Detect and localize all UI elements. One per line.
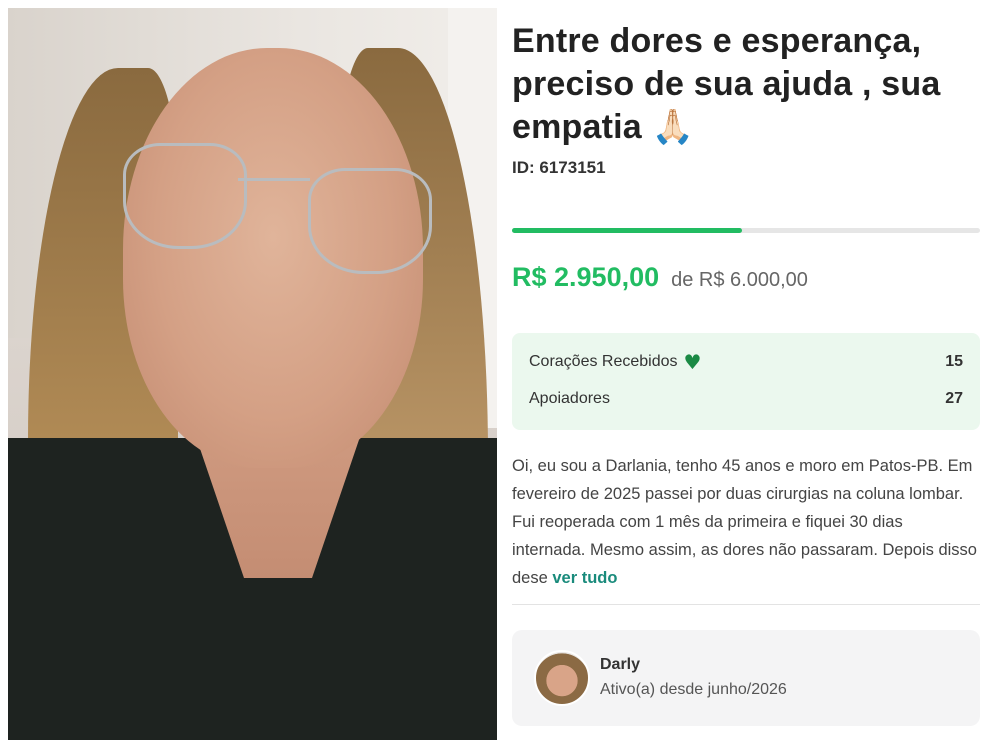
stat-hearts-label: Corações Recebidos: [529, 353, 678, 371]
divider: [512, 604, 980, 605]
amount-goal: de R$ 6.000,00: [671, 269, 808, 291]
progress-bar-fill: [512, 228, 743, 233]
organizer-name: Darly: [600, 656, 641, 673]
photo-glasses-left-lens: [123, 143, 247, 249]
stat-supporters-label: Apoiadores: [529, 390, 610, 407]
see-all-link[interactable]: ver tudo: [552, 569, 617, 587]
stat-hearts: Corações Recebidos ♥ 15: [529, 350, 963, 374]
avatar: [534, 650, 590, 706]
green-heart-icon: ♥: [683, 350, 702, 374]
organizer-card[interactable]: Darly Ativo(a) desde junho/2026: [512, 630, 980, 726]
stat-hearts-label-wrap: Corações Recebidos ♥: [529, 350, 701, 374]
amount-row: R$ 2.950,00 de R$ 6.000,00: [512, 262, 808, 293]
stat-supporters-value: 27: [945, 390, 963, 407]
campaign-photo: [8, 8, 497, 740]
campaign-description: Oi, eu sou a Darlania, tenho 45 anos e m…: [512, 452, 980, 592]
stat-supporters: Apoiadores 27: [529, 390, 963, 408]
campaign-id: ID: 6173151: [512, 158, 606, 177]
stat-hearts-value: 15: [945, 353, 963, 370]
stats-panel: Corações Recebidos ♥ 15 Apoiadores 27: [512, 333, 980, 430]
amount-raised: R$ 2.950,00: [512, 262, 660, 292]
description-text: Oi, eu sou a Darlania, tenho 45 anos e m…: [512, 457, 977, 587]
campaign-title-text: Entre dores e esperança, preciso de sua …: [512, 22, 941, 146]
photo-glasses-bridge: [238, 178, 310, 181]
organizer-active-since: Ativo(a) desde junho/2026: [600, 681, 787, 698]
photo-glasses-right-lens: [308, 168, 432, 274]
progress-bar: [512, 228, 980, 233]
campaign-title: Entre dores e esperança, preciso de sua …: [512, 20, 982, 149]
praying-hands-icon: 🙏🏻: [651, 107, 695, 147]
